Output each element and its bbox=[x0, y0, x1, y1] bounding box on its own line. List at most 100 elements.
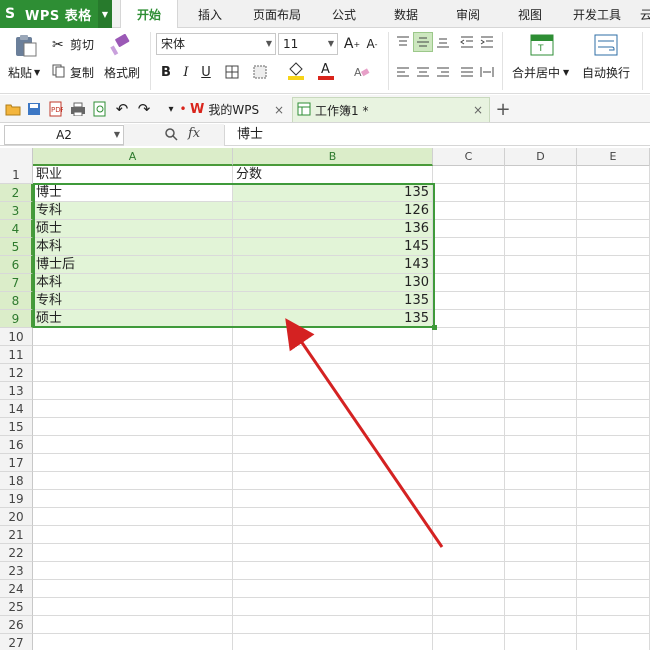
cell-b18[interactable] bbox=[233, 472, 433, 490]
cell-fill-pattern-icon[interactable] bbox=[250, 62, 270, 82]
column-header-d[interactable]: D bbox=[505, 148, 577, 166]
row-header[interactable]: 10 bbox=[0, 328, 33, 346]
cell-e25[interactable] bbox=[577, 598, 650, 616]
row-header[interactable]: 8 bbox=[0, 292, 33, 310]
row-header[interactable]: 12 bbox=[0, 364, 33, 382]
cell-e8[interactable] bbox=[577, 292, 650, 310]
name-box[interactable]: A2 ▼ bbox=[4, 125, 124, 145]
cell-d1[interactable] bbox=[505, 166, 577, 184]
row-header[interactable]: 17 bbox=[0, 454, 33, 472]
cell-e3[interactable] bbox=[577, 202, 650, 220]
close-icon[interactable]: × bbox=[274, 103, 284, 117]
cell-e7[interactable] bbox=[577, 274, 650, 292]
cell-e26[interactable] bbox=[577, 616, 650, 634]
cell-d9[interactable] bbox=[505, 310, 577, 328]
doc-tab-my-wps[interactable]: W 我的WPS × bbox=[190, 97, 286, 122]
cell-e11[interactable] bbox=[577, 346, 650, 364]
merge-center-icon[interactable]: T bbox=[530, 34, 554, 56]
align-left-icon[interactable] bbox=[393, 62, 413, 82]
paste-button[interactable]: 粘贴 ▼ bbox=[8, 64, 40, 81]
tab-cloud[interactable]: 云 bbox=[636, 0, 650, 28]
cell-b16[interactable] bbox=[233, 436, 433, 454]
cell-e4[interactable] bbox=[577, 220, 650, 238]
cell-b4[interactable]: 136 bbox=[233, 220, 433, 238]
cell-a9[interactable]: 硕士 bbox=[33, 310, 233, 328]
cell-c14[interactable] bbox=[433, 400, 505, 418]
format-painter-button[interactable]: 格式刷 bbox=[104, 64, 140, 81]
cell-e5[interactable] bbox=[577, 238, 650, 256]
formula-input[interactable]: 博士 bbox=[224, 125, 650, 145]
cell-c8[interactable] bbox=[433, 292, 505, 310]
tab-formulas[interactable]: 公式 bbox=[320, 0, 368, 28]
cell-c13[interactable] bbox=[433, 382, 505, 400]
decrease-indent-icon[interactable] bbox=[457, 32, 477, 52]
cell-c15[interactable] bbox=[433, 418, 505, 436]
paste-icon[interactable] bbox=[8, 34, 42, 58]
tab-view[interactable]: 视图 bbox=[506, 0, 554, 28]
cell-b1[interactable]: 分数 bbox=[233, 166, 433, 184]
cell-b7[interactable]: 130 bbox=[233, 274, 433, 292]
cell-d5[interactable] bbox=[505, 238, 577, 256]
cell-d19[interactable] bbox=[505, 490, 577, 508]
cell-e23[interactable] bbox=[577, 562, 650, 580]
column-header-a[interactable]: A bbox=[33, 148, 233, 166]
print-preview-icon[interactable] bbox=[91, 100, 109, 118]
cell-a26[interactable] bbox=[33, 616, 233, 634]
cell-d23[interactable] bbox=[505, 562, 577, 580]
cell-d21[interactable] bbox=[505, 526, 577, 544]
cell-a7[interactable]: 本科 bbox=[33, 274, 233, 292]
cell-a6[interactable]: 博士后 bbox=[33, 256, 233, 274]
tab-insert[interactable]: 插入 bbox=[186, 0, 234, 28]
cell-d18[interactable] bbox=[505, 472, 577, 490]
cell-e21[interactable] bbox=[577, 526, 650, 544]
cell-e16[interactable] bbox=[577, 436, 650, 454]
format-painter-icon[interactable] bbox=[108, 34, 132, 56]
cell-a13[interactable] bbox=[33, 382, 233, 400]
row-header[interactable]: 3 bbox=[0, 202, 33, 220]
cell-e22[interactable] bbox=[577, 544, 650, 562]
cell-b2[interactable]: 135 bbox=[233, 184, 433, 202]
new-tab-icon[interactable]: + bbox=[494, 99, 512, 120]
cell-e15[interactable] bbox=[577, 418, 650, 436]
cell-d27[interactable] bbox=[505, 634, 577, 650]
cell-d2[interactable] bbox=[505, 184, 577, 202]
cell-a11[interactable] bbox=[33, 346, 233, 364]
cell-a22[interactable] bbox=[33, 544, 233, 562]
cell-d13[interactable] bbox=[505, 382, 577, 400]
cell-a20[interactable] bbox=[33, 508, 233, 526]
cell-b12[interactable] bbox=[233, 364, 433, 382]
fill-handle[interactable] bbox=[432, 325, 437, 330]
cell-c6[interactable] bbox=[433, 256, 505, 274]
font-size-select[interactable]: 11 ▼ bbox=[278, 33, 338, 55]
tab-page-layout[interactable]: 页面布局 bbox=[244, 0, 310, 28]
select-all-corner[interactable] bbox=[0, 148, 33, 166]
row-header[interactable]: 24 bbox=[0, 580, 33, 598]
align-bottom-icon[interactable] bbox=[433, 32, 453, 52]
cell-e2[interactable] bbox=[577, 184, 650, 202]
cell-d11[interactable] bbox=[505, 346, 577, 364]
cell-d7[interactable] bbox=[505, 274, 577, 292]
row-header[interactable]: 22 bbox=[0, 544, 33, 562]
fill-color-icon[interactable] bbox=[286, 60, 306, 80]
cell-b23[interactable] bbox=[233, 562, 433, 580]
row-header[interactable]: 18 bbox=[0, 472, 33, 490]
cell-b5[interactable]: 145 bbox=[233, 238, 433, 256]
bold-button[interactable]: B bbox=[156, 62, 176, 82]
cell-b24[interactable] bbox=[233, 580, 433, 598]
cell-d25[interactable] bbox=[505, 598, 577, 616]
row-header[interactable]: 1 bbox=[0, 166, 33, 184]
cell-c2[interactable] bbox=[433, 184, 505, 202]
app-menu-button[interactable]: S WPS 表格 ▼ bbox=[0, 0, 112, 28]
decrease-font-icon[interactable]: A- bbox=[362, 34, 382, 54]
cell-c16[interactable] bbox=[433, 436, 505, 454]
row-header[interactable]: 14 bbox=[0, 400, 33, 418]
cell-b20[interactable] bbox=[233, 508, 433, 526]
cut-button[interactable]: ✂ 剪切 bbox=[52, 36, 94, 53]
cell-d26[interactable] bbox=[505, 616, 577, 634]
row-header[interactable]: 11 bbox=[0, 346, 33, 364]
cell-c25[interactable] bbox=[433, 598, 505, 616]
cell-a15[interactable] bbox=[33, 418, 233, 436]
cell-b22[interactable] bbox=[233, 544, 433, 562]
cell-a1[interactable]: 职业 bbox=[33, 166, 233, 184]
tab-home[interactable]: 开始 bbox=[120, 0, 178, 29]
